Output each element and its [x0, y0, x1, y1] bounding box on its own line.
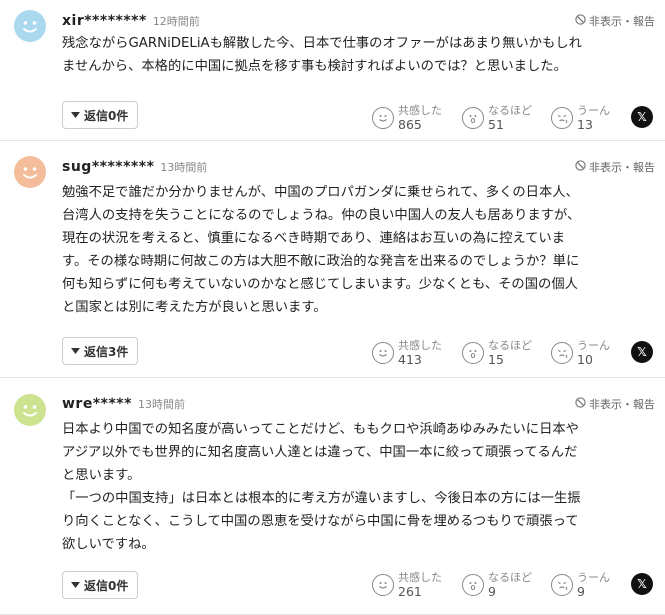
reaction-count: 10 — [577, 352, 593, 367]
smile-icon — [372, 574, 394, 596]
reaction-understood-button[interactable]: なるほど 9 — [462, 571, 532, 599]
reaction-text: うーん 9 — [577, 571, 610, 599]
reaction-text: 共感した 865 — [398, 104, 442, 132]
share-x-icon[interactable]: 𝕏 — [631, 106, 653, 128]
comment-line: ませんから、本格的に中国に拠点を移す事も検討すればよいのでは？と思いました。 — [62, 59, 567, 74]
reaction-text: 共感した 261 — [398, 571, 442, 599]
reply-count-label[interactable]: 返信0件 — [84, 577, 128, 594]
comment-line: 何も知らずに何も考えていないのかなと感じてしまいます。少なくとも、その国の個人 — [62, 277, 578, 292]
reaction-text: 共感した 413 — [398, 339, 442, 367]
reaction-hmm-button[interactable]: うーん 10 — [551, 339, 610, 367]
timestamp: 13時間前 — [137, 398, 185, 411]
hide-report-link[interactable]: 非表示・報告 — [575, 159, 655, 175]
username: sug******** — [62, 159, 155, 175]
comment-list: xir******** 12時間前 非表示・報告 残念ながらGARNiDELiAも解散… — [0, 0, 665, 615]
comment-card: wre***** 13時間前 非表示・報告 日本より中国での知名度が高いってことだけど… — [0, 378, 665, 615]
reply-button[interactable]: 返信0件 — [62, 571, 139, 599]
comment-body: 日本より中国での知名度が高いってことだけど、ももクロや浜崎あゆみみたいに日本やア… — [62, 418, 651, 556]
avatar — [14, 156, 46, 188]
hide-report-link[interactable]: 非表示・報告 — [575, 396, 655, 412]
username: xir******** — [62, 13, 147, 29]
reaction-label: うーん — [577, 339, 610, 352]
reaction-hmm-button[interactable]: うーん 13 — [551, 104, 610, 132]
comment-line: 台湾人の支持を失うことになるのでしょうね。仲の良い中国人の友人も居ありますが、 — [62, 208, 581, 223]
hide-icon — [575, 14, 586, 28]
reaction-count: 9 — [488, 584, 496, 599]
thinking-icon — [551, 574, 573, 596]
reaction-count: 261 — [398, 584, 422, 599]
comment-line: と思います。 — [62, 468, 141, 483]
hide-icon — [575, 160, 586, 174]
reply-button[interactable]: 返信3件 — [62, 337, 139, 365]
reaction-label: うーん — [577, 571, 610, 584]
reaction-label: なるほど — [488, 339, 532, 352]
comment-line: 日本より中国での知名度が高いってことだけど、ももクロや浜崎あゆみみたいに日本や — [62, 422, 579, 437]
reaction-understood-button[interactable]: なるほど 51 — [462, 104, 532, 132]
reaction-label: なるほど — [488, 571, 532, 584]
comment-card: xir******** 12時間前 非表示・報告 残念ながらGARNiDELiAも解散… — [0, 0, 665, 141]
comment-line: り向くことなく、こうして中国の恩恵を受けながら中国に骨を埋めるつもりで頑張って — [62, 514, 579, 529]
share-x-icon[interactable]: 𝕏 — [631, 341, 653, 363]
caret-down-icon — [71, 344, 80, 358]
surprised-icon — [462, 107, 484, 129]
timestamp: 12時間前 — [152, 15, 200, 28]
hide-icon — [575, 397, 586, 411]
reaction-count: 413 — [398, 352, 422, 367]
reaction-text: なるほど 9 — [488, 571, 532, 599]
share-x-icon[interactable]: 𝕏 — [631, 573, 653, 595]
hide-report-label[interactable]: 非表示・報告 — [589, 396, 655, 412]
reaction-empathy-button[interactable]: 共感した 261 — [372, 571, 442, 599]
comment-body: 残念ながらGARNiDELiAも解散した今、日本で仕事のオファーがはあまり無いか… — [62, 32, 651, 78]
hide-report-label[interactable]: 非表示・報告 — [589, 159, 655, 175]
reaction-count: 865 — [398, 117, 422, 132]
caret-down-icon — [71, 108, 80, 122]
hide-report-link[interactable]: 非表示・報告 — [575, 13, 655, 29]
reaction-count: 15 — [488, 352, 504, 367]
reaction-understood-button[interactable]: なるほど 15 — [462, 339, 532, 367]
comment-header: sug******** 13時間前 — [62, 159, 207, 175]
reaction-text: なるほど 51 — [488, 104, 532, 132]
comment-line: 現在の状況を考えると、慎重になるべき時期であり、連絡はお互いの為に控えていま — [62, 231, 566, 246]
hide-report-label[interactable]: 非表示・報告 — [589, 13, 655, 29]
reaction-label: 共感した — [398, 339, 442, 352]
comment-line: と国家とは別に考えた方が良いと思います。 — [62, 300, 327, 315]
reaction-text: なるほど 15 — [488, 339, 532, 367]
comment-line: アジア以外でも世界的に知名度高い人達とは違って、中国一本に絞って頑張ってるんだ — [62, 445, 578, 460]
comment-line: 欲しいですね。 — [62, 537, 155, 552]
reply-count-label[interactable]: 返信0件 — [84, 107, 128, 124]
comment-line: す。その様な時期に何故この方は大胆不敵に政治的な発言を出来るのでしょうか？単に — [62, 254, 580, 269]
comment-header: wre***** 13時間前 — [62, 396, 185, 412]
reaction-empathy-button[interactable]: 共感した 865 — [372, 104, 442, 132]
caret-down-icon — [71, 578, 80, 592]
comment-line: 勉強不足で誰だか分かりませんが、中国のプロパガンダに乗せられて、多くの日本人、 — [62, 185, 579, 200]
comment-line: 「一つの中国支持」は日本とは根本的に考え方が違いますし、今後日本の方には一生振 — [62, 491, 581, 506]
reaction-label: なるほど — [488, 104, 532, 117]
reaction-count: 9 — [577, 584, 585, 599]
reply-count-label[interactable]: 返信3件 — [84, 343, 128, 360]
comment-line: 残念ながらGARNiDELiAも解散した今、日本で仕事のオファーがはあまり無いか… — [62, 36, 582, 51]
reaction-count: 51 — [488, 117, 504, 132]
reaction-count: 13 — [577, 117, 593, 132]
avatar — [14, 394, 46, 426]
comment-body: 勉強不足で誰だか分かりませんが、中国のプロパガンダに乗せられて、多くの日本人、台… — [62, 181, 651, 319]
smile-icon — [372, 342, 394, 364]
comment-header: xir******** 12時間前 — [62, 13, 200, 29]
surprised-icon — [462, 574, 484, 596]
reaction-empathy-button[interactable]: 共感した 413 — [372, 339, 442, 367]
comment-card: sug******** 13時間前 非表示・報告 勉強不足で誰だか分かりませんが、中国… — [0, 141, 665, 378]
thinking-icon — [551, 107, 573, 129]
surprised-icon — [462, 342, 484, 364]
reply-button[interactable]: 返信0件 — [62, 101, 139, 129]
reaction-text: うーん 10 — [577, 339, 610, 367]
avatar — [14, 10, 46, 42]
reaction-text: うーん 13 — [577, 104, 610, 132]
reaction-label: うーん — [577, 104, 610, 117]
smile-icon — [372, 107, 394, 129]
thinking-icon — [551, 342, 573, 364]
reaction-label: 共感した — [398, 104, 442, 117]
reaction-hmm-button[interactable]: うーん 9 — [551, 571, 610, 599]
reaction-label: 共感した — [398, 571, 442, 584]
timestamp: 13時間前 — [160, 161, 208, 174]
username: wre***** — [62, 396, 132, 412]
